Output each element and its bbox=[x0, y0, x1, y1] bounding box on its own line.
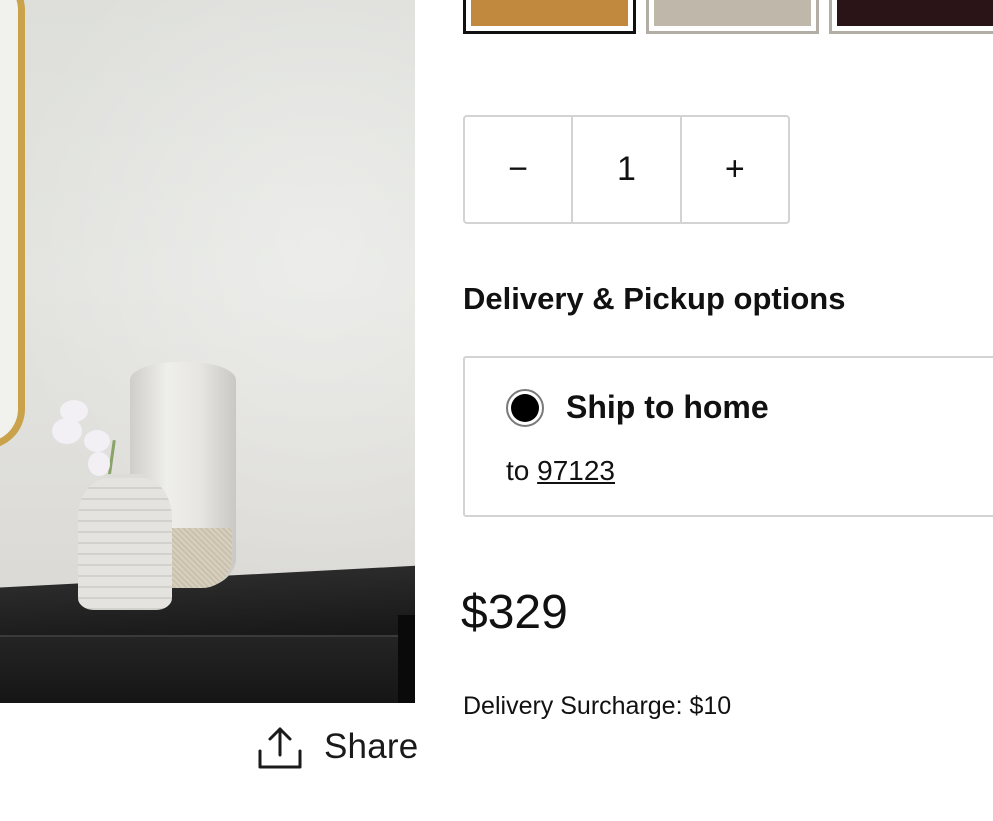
price: $329 bbox=[461, 586, 568, 639]
flower-petal bbox=[84, 430, 110, 452]
radio-selected-dot bbox=[511, 394, 539, 422]
small-vase bbox=[78, 478, 172, 610]
ship-to-home-label: Ship to home bbox=[566, 389, 769, 425]
decrement-button[interactable]: − bbox=[465, 117, 571, 222]
ship-to-prefix: to bbox=[506, 455, 530, 486]
swatch-color bbox=[837, 0, 993, 26]
ship-to-home-option[interactable]: Ship to home to 97123 bbox=[463, 356, 993, 517]
color-swatch-1[interactable] bbox=[463, 0, 636, 34]
increment-button[interactable]: + bbox=[682, 117, 788, 222]
delivery-surcharge: Delivery Surcharge: $10 bbox=[463, 692, 732, 720]
quantity-value[interactable]: 1 bbox=[571, 117, 682, 222]
color-swatch-2[interactable] bbox=[646, 0, 819, 34]
product-image[interactable] bbox=[0, 0, 415, 703]
ship-destination: to 97123 bbox=[506, 455, 615, 487]
ship-to-home-radio[interactable] bbox=[506, 389, 544, 427]
share-label: Share bbox=[324, 727, 419, 766]
delivery-heading: Delivery & Pickup options bbox=[463, 281, 846, 316]
zip-code-link[interactable]: 97123 bbox=[537, 455, 615, 486]
share-upload-icon bbox=[258, 727, 302, 769]
quantity-stepper: − 1 + bbox=[463, 115, 790, 224]
gold-mirror bbox=[0, 0, 25, 449]
flower-petal bbox=[88, 452, 110, 476]
swatch-color bbox=[654, 0, 811, 26]
console-table-leg bbox=[398, 615, 415, 703]
flower-petal bbox=[52, 418, 82, 444]
share-button[interactable]: Share bbox=[256, 722, 418, 772]
console-table-front bbox=[0, 635, 415, 703]
swatch-color bbox=[471, 0, 628, 26]
color-swatch-3[interactable] bbox=[829, 0, 993, 34]
